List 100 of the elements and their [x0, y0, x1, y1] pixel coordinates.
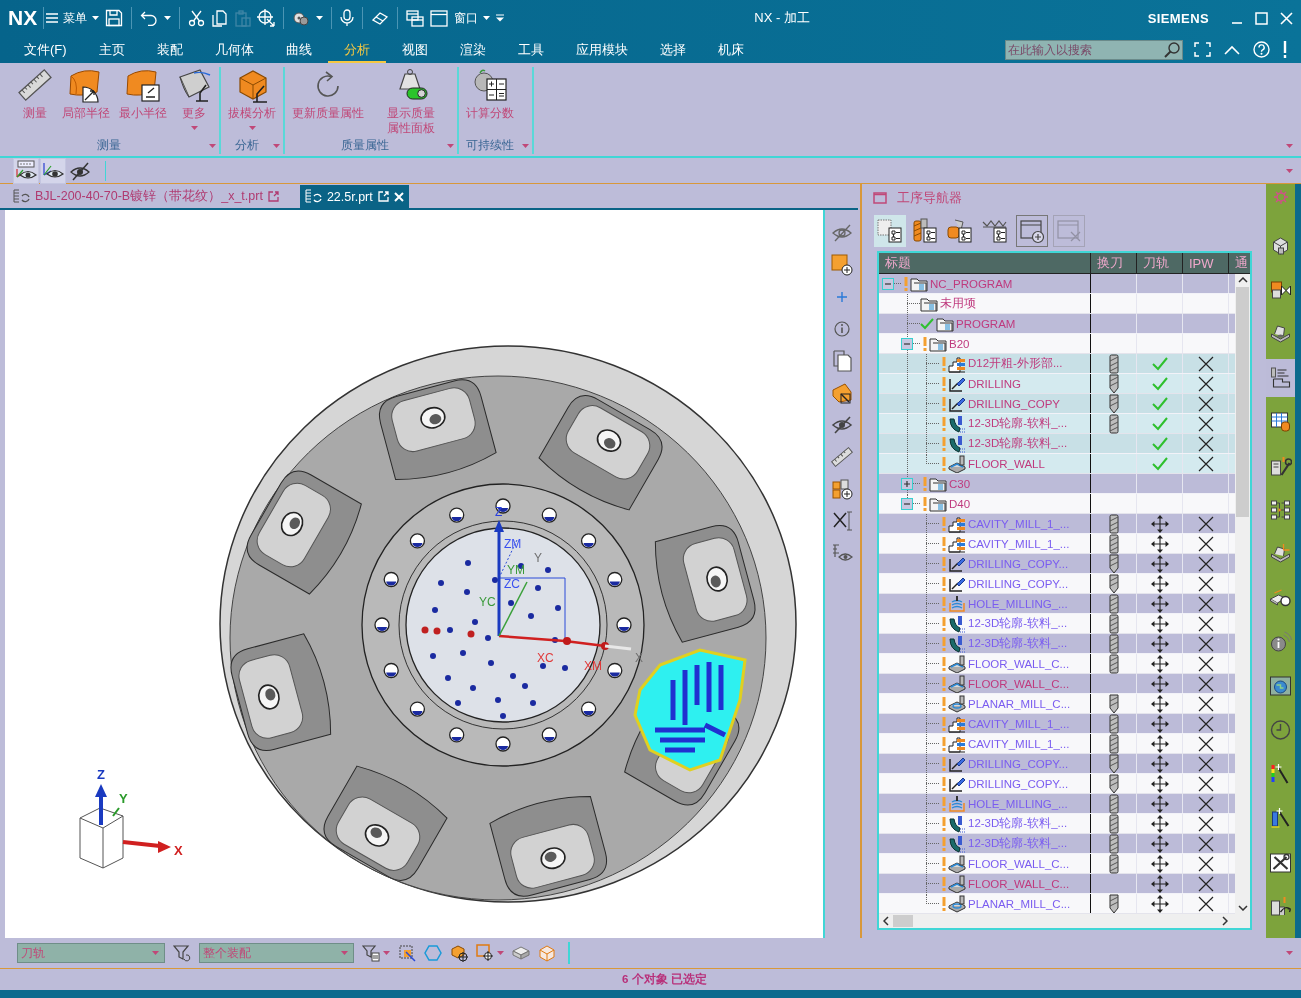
caret-icon[interactable] — [446, 143, 454, 148]
scope-filter-dropdown[interactable]: 整个装配 — [199, 943, 354, 963]
close-icon[interactable] — [393, 191, 404, 202]
overflow-icon[interactable] — [496, 14, 505, 22]
tree-row[interactable]: 12-3D轮廓-软料_... — [879, 814, 1235, 834]
ribbon-button[interactable]: 更新质量属性 — [288, 67, 368, 121]
tree-row[interactable]: FLOOR_WALL_C... — [879, 654, 1235, 674]
menu-tab[interactable]: 主页 — [82, 36, 141, 63]
tree-row[interactable]: DRILLING_COPY... — [879, 754, 1235, 774]
tree-row[interactable]: FLOOR_WALL_C... — [879, 674, 1235, 694]
blocks-plus-icon[interactable] — [830, 478, 853, 500]
chevron-left-icon[interactable] — [883, 916, 889, 926]
panel-icon[interactable] — [873, 191, 887, 204]
column-header[interactable]: 刀轨 — [1137, 253, 1183, 273]
caret-icon[interactable] — [383, 951, 390, 955]
funnel-stack-icon[interactable] — [362, 944, 380, 962]
menu-tab[interactable]: 机床 — [701, 36, 760, 63]
tree-row[interactable]: PLANAR_MILL_C... — [879, 894, 1235, 914]
ribbon-button[interactable]: 测量 — [13, 67, 57, 121]
fullscreen-icon[interactable] — [1194, 42, 1211, 57]
tree-row[interactable]: 12-3D轮廓-软料_... — [879, 834, 1235, 854]
window-plus-icon[interactable] — [1016, 215, 1048, 247]
ribbon-button[interactable]: 显示质量属性面板 — [369, 67, 454, 136]
menu-tab[interactable]: 应用模块 — [559, 36, 644, 63]
caret-icon[interactable] — [497, 951, 504, 955]
ribbon-button[interactable]: 最小半径 — [115, 67, 171, 121]
help-icon[interactable] — [1253, 41, 1270, 58]
step-tree-icon[interactable] — [1266, 359, 1295, 397]
tree-row[interactable]: DRILLING_COPY... — [879, 554, 1235, 574]
tree-row[interactable]: DRILLING_COPY... — [879, 774, 1235, 794]
minus-box-icon[interactable] — [882, 277, 894, 290]
tree-row[interactable]: DRILLING_COPY — [879, 394, 1235, 414]
window-icon[interactable] — [430, 9, 449, 27]
tree-row[interactable]: FLOOR_WALL_C... — [879, 854, 1235, 874]
menu-tab[interactable]: 分析 — [327, 36, 386, 63]
tree-row[interactable]: D40 — [879, 494, 1235, 514]
horizontal-scrollbar[interactable] — [879, 914, 1250, 928]
eye-slash-icon[interactable] — [830, 414, 853, 436]
ribbon-button[interactable]: 局部半径 — [58, 67, 114, 121]
caret-icon[interactable] — [1286, 144, 1293, 148]
plus-box-icon[interactable] — [901, 477, 913, 490]
funnel-reset-icon[interactable] — [173, 944, 191, 962]
window-menu-button[interactable]: 窗口 — [454, 9, 491, 27]
tree-row[interactable]: B20 — [879, 334, 1235, 354]
scroll-thumb[interactable] — [893, 915, 913, 927]
eraser-icon[interactable] — [371, 11, 390, 25]
column-header[interactable]: 通 — [1229, 253, 1250, 273]
undo-icon[interactable] — [140, 10, 159, 26]
ribbon-button[interactable]: 拔模分析 — [224, 67, 280, 130]
tree-row[interactable]: CAVITY_MILL_1_... — [879, 714, 1235, 734]
tree-row[interactable]: 12-3D轮廓-软料_... — [879, 434, 1235, 454]
alert-icon[interactable] — [1283, 41, 1287, 58]
ribbon-button[interactable]: 更多 — [172, 67, 216, 130]
scroll-thumb[interactable] — [1236, 287, 1249, 517]
microphone-icon[interactable] — [340, 9, 355, 27]
tree-row[interactable]: HOLE_MILLING_... — [879, 594, 1235, 614]
tree-row[interactable]: D12开粗-外形部... — [879, 354, 1235, 374]
eye-axes-icon[interactable] — [41, 158, 65, 183]
cube-snap-icon[interactable] — [450, 944, 468, 962]
axis-cross-icon[interactable] — [830, 510, 853, 532]
column-header[interactable]: 换刀 — [1091, 253, 1137, 273]
caret-icon[interactable] — [1286, 951, 1293, 955]
eye-badge-icon[interactable] — [14, 158, 38, 183]
tree-row[interactable]: CAVITY_MILL_1_... — [879, 734, 1235, 754]
list-eye-icon[interactable] — [830, 542, 853, 564]
caret-icon[interactable] — [164, 16, 172, 20]
discs-icon[interactable] — [292, 10, 311, 26]
tree-row[interactable]: 12-3D轮廓-软料_... — [879, 614, 1235, 634]
tree-row[interactable]: FLOOR_WALL — [879, 454, 1235, 474]
minus-box-icon[interactable] — [901, 497, 913, 510]
menu-tab[interactable]: 曲线 — [269, 36, 328, 63]
minus-box-icon[interactable] — [901, 337, 913, 350]
file-tab[interactable]: BJL-200-40-70-B镀锌（带花纹）_x_t.prt — [8, 185, 284, 208]
caret-icon[interactable] — [521, 143, 529, 148]
tile-windows-icon[interactable] — [406, 9, 425, 27]
menu-button[interactable]: 菜单 — [46, 9, 100, 27]
crosshair-arrow-icon[interactable] — [257, 9, 276, 27]
maximize-icon[interactable] — [1255, 11, 1268, 25]
select-box-icon[interactable] — [398, 944, 416, 962]
column-header[interactable]: IPW — [1183, 253, 1229, 273]
file-tab[interactable]: 22.5r.prt — [299, 185, 409, 208]
tree-row[interactable]: 12-3D轮廓-软料_... — [879, 634, 1235, 654]
menu-tab[interactable]: 视图 — [385, 36, 444, 63]
tree-row[interactable]: 未用项 — [879, 294, 1235, 314]
tree-row[interactable]: FLOOR_WALL_C... — [879, 874, 1235, 894]
popout-icon[interactable] — [267, 191, 279, 202]
vertical-scrollbar[interactable] — [1235, 274, 1250, 914]
menu-tab[interactable]: 工具 — [501, 36, 560, 63]
tree-row[interactable]: PLANAR_MILL_C... — [879, 694, 1235, 714]
tree-row[interactable]: DRILLING_COPY... — [879, 574, 1235, 594]
tree-row[interactable]: 12-3D轮廓-软料_... — [879, 414, 1235, 434]
tree-row[interactable]: CAVITY_MILL_1_... — [879, 514, 1235, 534]
close-icon[interactable] — [1280, 11, 1293, 25]
column-header[interactable]: 标题 — [879, 253, 1091, 273]
copy-icon[interactable] — [211, 9, 229, 27]
chevron-down-icon[interactable] — [1237, 905, 1248, 911]
menu-tab[interactable]: 装配 — [140, 36, 199, 63]
search-field[interactable]: 在此输入以搜索 — [1005, 39, 1183, 60]
ribbon-button[interactable]: 计算分数 — [461, 67, 518, 121]
type-filter-dropdown[interactable]: 刀轨 — [17, 943, 165, 963]
